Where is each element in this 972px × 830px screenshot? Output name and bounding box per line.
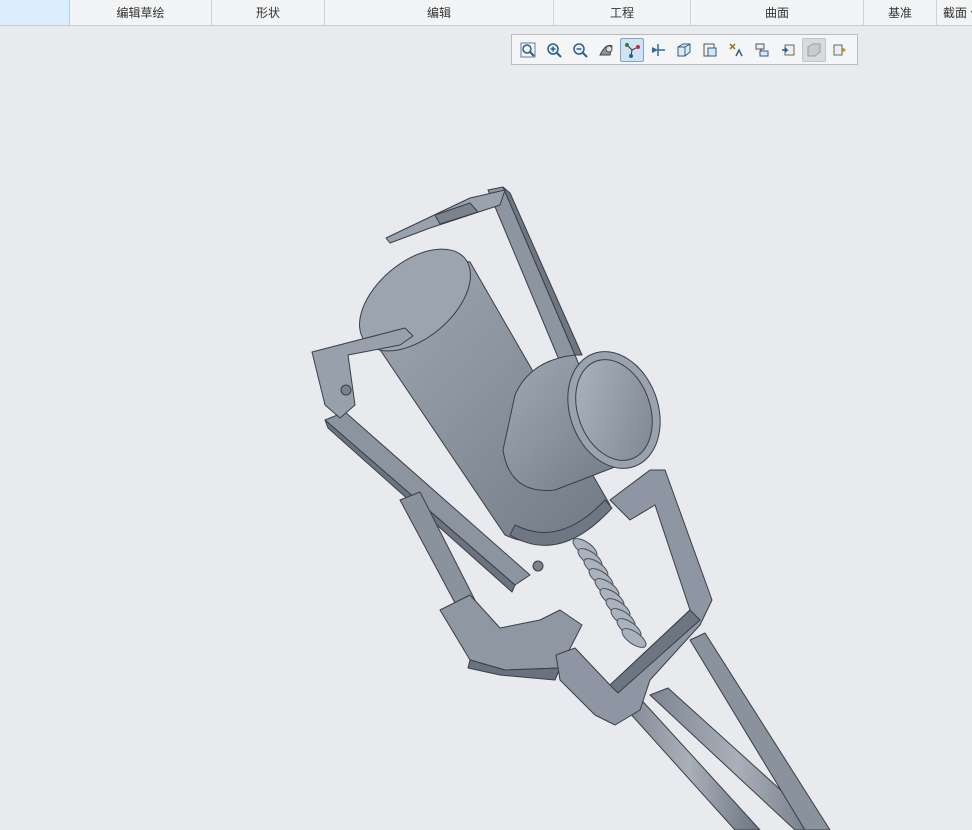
ribbon-tab-label: 曲面 — [764, 6, 789, 20]
zoom-in-button[interactable] — [542, 38, 566, 62]
ribbon-tab-label: 编辑 — [426, 6, 451, 20]
ribbon-tab-surface[interactable]: 曲面 — [691, 0, 864, 25]
shade-style-button[interactable] — [594, 38, 618, 62]
section-view-button[interactable] — [802, 37, 826, 62]
ribbon-tab-label: 形状 — [255, 6, 280, 20]
zoom-out-icon — [573, 42, 588, 58]
3d-model[interactable] — [311, 186, 831, 830]
ribbon-tab-active[interactable] — [0, 0, 70, 25]
ribbon-tab-label: 基准 — [887, 6, 912, 20]
appearance-icon — [755, 43, 769, 56]
view-toolbar — [511, 34, 858, 65]
zoom-out-button[interactable] — [568, 38, 592, 62]
zoom-in-icon — [547, 42, 562, 58]
ribbon-tab-section[interactable]: 截面 ▾ — [937, 0, 972, 25]
ribbon-tab-label: 工程 — [609, 6, 634, 20]
shade-style-icon — [599, 44, 613, 55]
datum-display-button[interactable] — [620, 37, 644, 62]
repaint-button[interactable] — [776, 38, 800, 62]
view-orientation-button[interactable] — [672, 38, 696, 62]
perspective-button[interactable] — [828, 38, 852, 62]
section-view-icon — [807, 43, 821, 56]
pivot-left — [340, 384, 352, 396]
view-orientation-icon — [677, 43, 691, 56]
ribbon-tab-label: 截面 ▾ — [943, 6, 972, 20]
repaint-icon — [782, 44, 795, 55]
graphics-viewport[interactable] — [0, 27, 972, 830]
ribbon-tab-engineering[interactable]: 工程 — [554, 0, 691, 25]
annotation-display-icon — [729, 42, 743, 56]
zoom-fit-icon — [520, 42, 536, 57]
ribbon-tab-edit[interactable]: 编辑 — [325, 0, 554, 25]
ribbon-tab-shape[interactable]: 形状 — [212, 0, 325, 25]
perspective-icon — [833, 44, 846, 55]
zoom-fit-button[interactable] — [516, 38, 540, 62]
ribbon-tab-edit-sketch[interactable]: 编辑草绘 — [70, 0, 212, 25]
saved-views-icon — [703, 43, 717, 56]
appearance-button[interactable] — [750, 38, 774, 62]
saved-views-button[interactable] — [698, 38, 722, 62]
spin-center-button[interactable] — [646, 38, 670, 62]
annotation-display-button[interactable] — [724, 38, 748, 62]
spring — [572, 538, 647, 648]
datum-display-icon — [625, 42, 640, 58]
spin-center-icon — [652, 43, 665, 56]
ribbon-tab-datum[interactable]: 基准 — [864, 0, 937, 25]
top-arm-side — [502, 186, 583, 356]
ribbon-tab-label: 编辑草绘 — [116, 6, 165, 20]
pivot-lower — [532, 560, 544, 572]
ribbon-tab-bar: 编辑草绘 形状 编辑 工程 曲面 基准 截面 ▾ — [0, 0, 972, 26]
